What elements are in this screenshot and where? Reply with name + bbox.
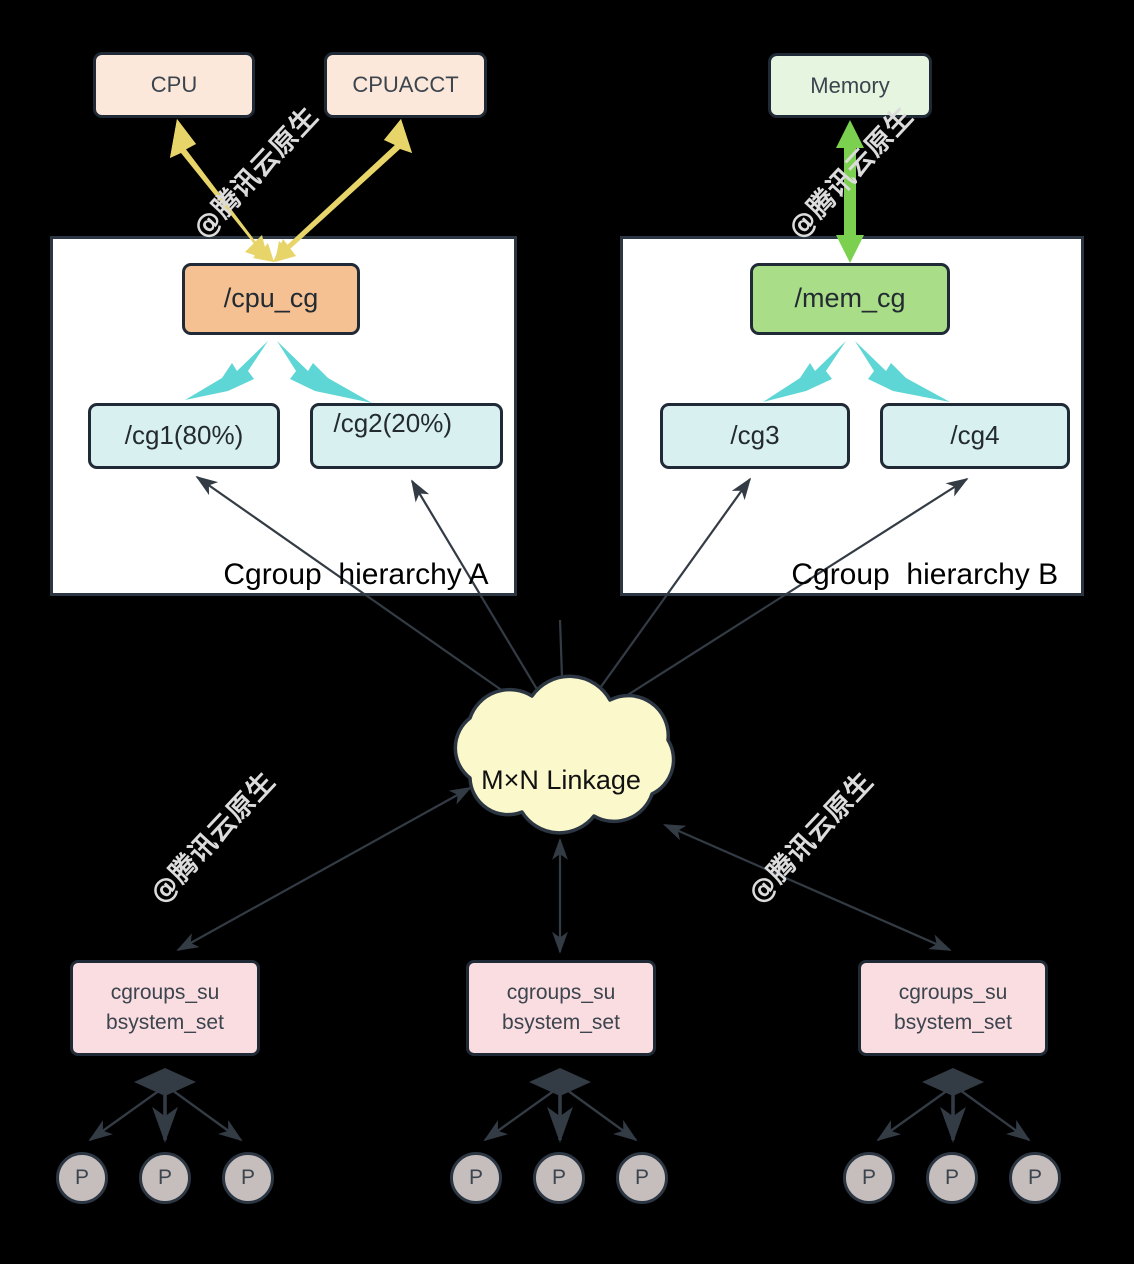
process-label: P (861, 1166, 876, 1189)
arrow-cg3-to-memcg (763, 341, 846, 402)
cloud-label-text: M×N Linkage (481, 765, 641, 795)
cgroup-mem-cg-label: /mem_cg (794, 283, 906, 314)
cgroup-cg2[interactable]: /cg2(20%) (310, 403, 503, 469)
css-set-left-line2: bsystem_set (106, 1011, 224, 1034)
diagram-canvas: CPU CPUACCT Memory /cpu_cg /cg1(80%) /cg… (0, 0, 1134, 1264)
css-set-right-line1: cgroups_su (898, 980, 1008, 1004)
link-cloud-to-cg3 (579, 477, 752, 717)
process-node[interactable]: P (139, 1152, 191, 1204)
process-label: P (551, 1166, 566, 1189)
css-set-mid[interactable]: cgroups_su bsystem_set (466, 960, 656, 1056)
cgroup-mem-cg[interactable]: /mem_cg (750, 263, 950, 335)
process-label: P (944, 1166, 959, 1189)
process-label: P (1027, 1166, 1042, 1189)
hierarchy-a-title: Cgroup hierarchy A (190, 524, 488, 626)
process-label: P (74, 1166, 89, 1189)
process-node[interactable]: P (450, 1152, 502, 1204)
subsystem-cpuacct[interactable]: CPUACCT (324, 52, 487, 118)
process-node[interactable]: P (616, 1152, 668, 1204)
cgroup-cg1[interactable]: /cg1(80%) (88, 403, 280, 469)
cgroup-cg2-label: /cg2(20%) (333, 408, 453, 438)
mxn-linkage-cloud (453, 674, 676, 835)
arrow-cpuacct-to-cpucg (273, 119, 412, 262)
fanout-set-mid (483, 1068, 638, 1143)
process-node[interactable]: P (843, 1152, 895, 1204)
subsystem-memory-label: Memory (810, 72, 890, 98)
css-set-right[interactable]: cgroups_su bsystem_set (858, 960, 1048, 1056)
process-label: P (634, 1166, 649, 1189)
process-node[interactable]: P (222, 1152, 274, 1204)
subsystem-memory[interactable]: Memory (768, 53, 932, 118)
process-label: P (468, 1166, 483, 1189)
css-set-left-line1: cgroups_su (110, 980, 220, 1004)
process-node[interactable]: P (533, 1152, 585, 1204)
css-set-left[interactable]: cgroups_su bsystem_set (70, 960, 260, 1056)
arrow-memory-to-memcg (836, 120, 864, 263)
cgroup-cpu-cg[interactable]: /cpu_cg (182, 263, 360, 335)
css-set-mid-line2: bsystem_set (502, 1011, 620, 1034)
cgroup-cg1-label: /cg1(80%) (124, 420, 244, 451)
process-node[interactable]: P (926, 1152, 978, 1204)
arrow-cg4-to-memcg (855, 341, 950, 402)
fanout-set-left (88, 1068, 243, 1143)
subsystem-cpu-label: CPU (150, 72, 198, 98)
cgroup-cg3[interactable]: /cg3 (660, 403, 850, 469)
css-set-right-line2: bsystem_set (894, 1011, 1012, 1034)
hierarchy-b-title: Cgroup hierarchy B (758, 524, 1058, 626)
edge-layer (88, 119, 1031, 1143)
cgroup-cg4[interactable]: /cg4 (880, 403, 1070, 469)
process-node[interactable]: P (1009, 1152, 1061, 1204)
cloud-label: M×N Linkage (456, 765, 666, 796)
process-label: P (157, 1166, 172, 1189)
arrow-cg1-to-cpucg (185, 341, 268, 400)
link-cloud-to-set-right (662, 823, 952, 952)
cgroup-cg3-label: /cg3 (730, 420, 780, 451)
css-set-mid-line1: cgroups_su (506, 980, 616, 1004)
hierarchy-b-title-text: Cgroup hierarchy B (791, 558, 1059, 591)
link-cloud-to-set-left (176, 786, 472, 951)
process-node[interactable]: P (56, 1152, 108, 1204)
subsystem-cpu[interactable]: CPU (93, 52, 255, 118)
cgroup-cpu-cg-label: /cpu_cg (223, 283, 319, 314)
hierarchy-a-title-text: Cgroup hierarchy A (223, 558, 489, 591)
arrow-cg2-to-cpucg (277, 341, 372, 403)
process-label: P (240, 1166, 255, 1189)
arrow-cpu-to-cpucg (170, 119, 274, 262)
subsystem-cpuacct-label: CPUACCT (352, 72, 459, 98)
fanout-set-right (876, 1068, 1031, 1143)
cgroup-cg4-label: /cg4 (950, 420, 1000, 451)
